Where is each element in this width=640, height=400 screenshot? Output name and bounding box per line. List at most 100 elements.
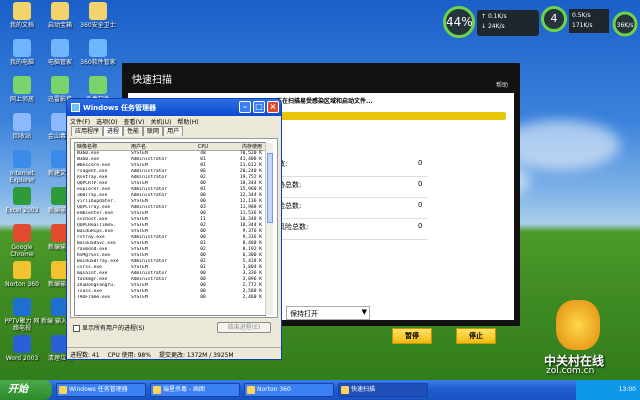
- app-icon: [89, 76, 107, 94]
- help-link[interactable]: 帮助: [496, 80, 508, 89]
- desktop-icon[interactable]: 启动宝箱: [40, 2, 80, 29]
- menu-item[interactable]: 查看(V): [124, 119, 145, 126]
- cpu-usage: CPU 使用: 98%: [107, 352, 151, 359]
- taskbar-button-label: 快速扫描: [351, 386, 376, 393]
- tab[interactable]: 性能: [123, 126, 144, 136]
- tab-strip: 应用程序 进程 性能 联网 用户: [67, 126, 281, 136]
- pause-button[interactable]: 暂停: [392, 328, 432, 344]
- menu-item[interactable]: 选项(O): [96, 119, 117, 126]
- stop-button[interactable]: 停止: [456, 328, 496, 344]
- column-header[interactable]: 用户名: [131, 143, 189, 150]
- desktop-icon-label: 我的文档: [9, 22, 34, 29]
- maximize-button[interactable]: □: [253, 101, 265, 113]
- taskbar-button[interactable]: 快速扫描: [338, 383, 428, 397]
- task-manager-titlebar[interactable]: Windows 任务管理器 – □ ×: [67, 99, 281, 116]
- app-icon: [13, 261, 31, 279]
- desktop-icon[interactable]: Word 2003: [2, 335, 42, 362]
- after-scan-select[interactable]: 保持打开 ▼: [286, 306, 370, 320]
- window-icon: [59, 386, 67, 394]
- taskbar-button-label: Windows 任务管理器: [69, 386, 128, 393]
- desktop-icon[interactable]: Google Chrome: [2, 224, 42, 258]
- taskbar-button-label: 瑞星杀毒 - 画图: [163, 386, 205, 393]
- stat-row: 风险总数: 0: [278, 222, 428, 240]
- app-icon: [13, 298, 31, 316]
- desktop-icon[interactable]: 网上邻居: [2, 76, 42, 103]
- desktop-icon-label: Word 2003: [5, 355, 39, 362]
- desktop-icon[interactable]: Excel 2003: [2, 187, 42, 214]
- desktop-icon[interactable]: Norton 360: [2, 261, 42, 288]
- menu-item[interactable]: 关机(U): [150, 119, 171, 126]
- desktop-icon[interactable]: 我的电脑: [2, 39, 42, 66]
- watermark-site: zol.com.cn: [546, 366, 595, 376]
- system-tray[interactable]: 13:00: [576, 380, 640, 400]
- column-header[interactable]: 映像名称: [75, 143, 131, 150]
- desktop-icon[interactable]: 360安全卫士: [78, 2, 118, 29]
- process-rows: N360.exe SYSTEM 48 70,520 K N360.exe Administ…: [75, 151, 265, 301]
- desktop-icon[interactable]: 360软件管家: [78, 39, 118, 66]
- table-cell: 2,460 K: [242, 295, 262, 300]
- desktop-icon-label: 360软件管家: [80, 59, 116, 66]
- net-up-value: 0.1K/s: [487, 13, 507, 20]
- desktop-icon-label: 启动宝箱: [47, 22, 72, 29]
- upload-arrow-icon: ↑: [481, 13, 487, 20]
- ring-gauge: 36K/s: [611, 6, 639, 46]
- menu-item[interactable]: 帮助(H): [177, 119, 198, 126]
- show-all-users-checkbox[interactable]: 显示所有用户的进程(S): [73, 323, 145, 332]
- task-manager-icon: [71, 103, 80, 112]
- desktop-icon-label: Google Chrome: [10, 244, 34, 258]
- tab[interactable]: 进程: [103, 126, 124, 136]
- tab[interactable]: 联网: [143, 126, 164, 136]
- scrollbar-thumb[interactable]: [267, 153, 273, 223]
- cpu-small-gauge: 4: [541, 6, 567, 32]
- scan-title: 快速扫描: [132, 75, 172, 86]
- desktop-icon[interactable]: PPTV聚力 网络电视: [2, 298, 42, 332]
- task-manager-window[interactable]: Windows 任务管理器 – □ × 文件(F) 选项(O) 查看(V) 关机(U)…: [66, 98, 282, 360]
- menu-bar: 文件(F) 选项(O) 查看(V) 关机(U) 帮助(H): [67, 116, 281, 126]
- network-readout: ↑ 0.1K/s ↓ 24K/s: [477, 10, 539, 36]
- taskbar-button[interactable]: 瑞星杀毒 - 画图: [150, 383, 240, 397]
- app-icon: [13, 76, 31, 94]
- desktop-icon[interactable]: 电脑管家: [40, 39, 80, 66]
- tab[interactable]: 应用程序: [71, 126, 104, 136]
- app-icon: [13, 113, 31, 131]
- end-process-button[interactable]: 结束进程(E): [217, 322, 271, 333]
- table-row[interactable]: TAOFrame.exe SYSTEM 00 2,460 K: [75, 295, 265, 301]
- app-icon: [13, 335, 31, 353]
- net-down-value: 24K/s: [487, 23, 505, 30]
- taskbar-button[interactable]: Windows 任务管理器: [56, 383, 146, 397]
- desktop-icon[interactable]: Internet Explorer: [2, 150, 42, 184]
- minimize-button[interactable]: –: [239, 101, 251, 113]
- desktop-icon[interactable]: 回收站: [2, 113, 42, 140]
- lion-mascot-logo: [556, 300, 600, 350]
- window-title: Windows 任务管理器: [83, 104, 156, 112]
- stat-row: 胁总数: 0: [278, 180, 428, 198]
- desktop-icon-label: 电脑管家: [47, 59, 72, 66]
- vertical-scrollbar[interactable]: [265, 143, 273, 315]
- start-button[interactable]: 开始: [0, 380, 52, 400]
- process-panel: 映像名称 用户名 CPU 内存使用 N360.exe SYSTEM 48 70,520…: [70, 138, 278, 318]
- window-icon: [247, 386, 255, 394]
- desktop-icon-label: Norton 360: [5, 281, 39, 288]
- mem-value: 171K/s: [572, 22, 593, 29]
- menu-item[interactable]: 文件(F): [70, 119, 90, 126]
- stat-value: 0: [418, 222, 423, 230]
- desktop-icon-label: Excel 2003: [5, 207, 39, 214]
- app-icon: [51, 39, 69, 57]
- ring-gauge-icon: 36K/s: [612, 11, 638, 37]
- close-button[interactable]: ×: [267, 101, 279, 113]
- desktop-icon-label: 网上邻居: [9, 96, 34, 103]
- tab[interactable]: 用户: [163, 126, 184, 136]
- checkbox-box[interactable]: [73, 325, 80, 332]
- app-icon: [51, 76, 69, 94]
- show-all-label: 显示所有用户的进程(S): [82, 325, 145, 332]
- desktop-icon-label: 360安全卫士: [80, 22, 116, 29]
- process-list[interactable]: 映像名称 用户名 CPU 内存使用 N360.exe SYSTEM 48 70,520…: [74, 142, 266, 316]
- process-count: 进程数: 41: [70, 352, 100, 359]
- column-header[interactable]: CPU: [189, 143, 217, 150]
- app-icon: [51, 2, 69, 20]
- desktop-icon[interactable]: 我的文档: [2, 2, 42, 29]
- system-monitor-gadget: 44% ↑ 0.1K/s ↓ 24K/s 4 0.5K/s 171K/s 36K…: [443, 6, 639, 46]
- taskbar-button[interactable]: Norton 360: [244, 383, 334, 397]
- column-header[interactable]: 内存使用: [217, 143, 265, 150]
- app-icon: [89, 2, 107, 20]
